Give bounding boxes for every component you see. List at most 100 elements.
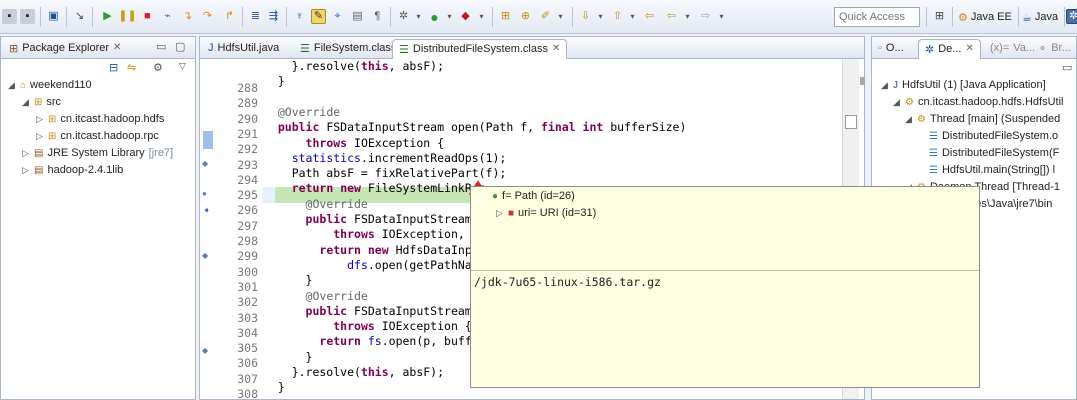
collapsed-arrow-icon[interactable]: ▷ (21, 148, 30, 159)
view-filters-icon[interactable]: ⚙ (153, 61, 163, 74)
next-annotation-icon[interactable]: ⇩ (578, 9, 593, 24)
pilcrow-icon[interactable]: ¶ (370, 9, 385, 24)
external-tools-icon[interactable]: ◆ (458, 9, 473, 24)
tree-item[interactable]: ◢ ⚙ cn.itcast.hadoop.hdfs.HdfsUtil (892, 94, 1063, 110)
code-line[interactable]: statistics.incrementReadOps(1); (264, 151, 507, 165)
debug-perspective-icon[interactable]: ✲ (1066, 9, 1077, 24)
code-line[interactable]: } (264, 273, 313, 287)
code-line[interactable]: dfs.open(getPathName (264, 258, 485, 272)
code-line[interactable]: throws IOException { (264, 136, 444, 150)
tree-item[interactable]: ☰ DistributedFileSystem.o (916, 128, 1058, 144)
disconnect-icon[interactable]: ⌁ (160, 9, 175, 24)
tab-outline[interactable]: ▫ O... (872, 39, 910, 59)
scrollbar-thumb[interactable] (845, 115, 857, 129)
code-line[interactable]: @Override (264, 105, 340, 119)
tree-item[interactable]: ◢ ⚙ Thread [main] (Suspended (904, 111, 1060, 127)
code-line[interactable]: } (264, 74, 285, 88)
expanded-arrow-icon[interactable]: ◢ (880, 80, 889, 91)
toggle-mark-occurrences-icon[interactable]: ✎ (311, 9, 326, 24)
open-type-icon[interactable]: ✐ (538, 9, 553, 24)
tree-item[interactable]: ▷ ▤ hadoop-2.4.1lib (21, 162, 123, 178)
close-icon[interactable]: ✕ (113, 42, 121, 53)
previous-annotation-icon[interactable]: ⇧ (610, 9, 625, 24)
chevron-down-icon[interactable]: ▾ (680, 9, 695, 24)
tab-hdfsutil-java[interactable]: J HdfsUtil.java (202, 39, 285, 59)
code-line[interactable]: return fs.open(p, buffer (264, 334, 485, 348)
chevron-down-icon[interactable]: ▾ (593, 9, 608, 24)
code-line[interactable]: return new FileSystemLinkRes (264, 181, 486, 195)
code-line[interactable]: }.resolve(this, absF); (264, 365, 444, 379)
debug-gear-icon[interactable]: ✲ (396, 9, 411, 24)
chevron-down-icon[interactable]: ▾ (714, 9, 729, 24)
quick-access-input[interactable] (834, 7, 920, 27)
minimize-icon[interactable]: ▭ (156, 40, 166, 53)
chevron-down-icon[interactable]: ▾ (442, 9, 457, 24)
code-line[interactable]: public FSDataInputStream n (264, 304, 486, 318)
breakpoint-icon[interactable]: ● (202, 189, 207, 198)
tab-debug[interactable]: ✲ De... ✕ (918, 39, 981, 59)
use-step-filters-icon[interactable]: ⇶ (266, 9, 281, 24)
show-whitespace-icon[interactable]: ⌖ (330, 9, 345, 24)
last-edit-location-icon[interactable]: ⇦ (642, 9, 657, 24)
close-icon[interactable]: ✕ (965, 43, 973, 54)
code-line[interactable]: return new HdfsDataInput (264, 243, 485, 257)
collapsed-arrow-icon[interactable]: ▷ (21, 165, 30, 176)
code-line[interactable]: public FSDataInputStream open(Path f, fi… (264, 120, 687, 134)
tree-item[interactable]: ◢ ⌂ weekend110 (7, 77, 92, 93)
tree-item[interactable]: ▷ ■ uri= URI (id=31) (495, 205, 596, 221)
code-line[interactable]: public FSDataInputStream d (264, 212, 486, 226)
open-perspective-icon[interactable]: ⊞ (932, 9, 947, 24)
debug-view-icon[interactable]: ▣ (46, 9, 61, 24)
save-icon[interactable]: ▪ (2, 9, 17, 24)
code-line[interactable]: @Override (264, 197, 368, 211)
tree-item[interactable]: ☰ HdfsUtil.main(String[]) l (916, 162, 1055, 178)
tree-item[interactable]: ▷ ⊞ cn.itcast.hadoop.hdfs (35, 111, 164, 127)
expanded-arrow-icon[interactable]: ◢ (21, 97, 30, 108)
tree-item[interactable]: ▷ ▤ JRE System Library [jre7] (21, 145, 173, 161)
expanded-arrow-icon[interactable]: ◢ (904, 114, 913, 125)
code-line[interactable]: } (264, 380, 285, 394)
collapsed-arrow-icon[interactable]: ▷ (35, 114, 44, 125)
save-all-icon[interactable]: ▪ (20, 9, 35, 24)
new-java-project-icon[interactable]: ♆ (292, 9, 307, 24)
code-line[interactable]: } (264, 350, 313, 364)
resume-icon[interactable]: ▶ (100, 9, 115, 24)
link-with-editor-icon[interactable]: ⇋ (127, 61, 136, 74)
new-package-icon[interactable]: ⊞ (498, 9, 513, 24)
forward-arrow-icon[interactable]: ⇨ (698, 9, 713, 24)
drop-to-frame-icon[interactable]: ≣ (248, 9, 263, 24)
back-arrow-icon[interactable]: ⇦ (664, 9, 679, 24)
close-icon[interactable]: ✕ (552, 43, 560, 54)
step-into-icon[interactable]: ↴ (180, 9, 195, 24)
code-line[interactable]: @Override (264, 289, 368, 303)
tab-package-explorer[interactable]: ⊞ Package Explorer ✕ (3, 39, 127, 59)
tree-item[interactable]: ● f= Path (id=26) (479, 188, 575, 204)
collapsed-arrow-icon[interactable]: ▷ (495, 208, 504, 219)
tab-breakpoints[interactable]: ⚬ Br... (1032, 39, 1077, 59)
chevron-down-icon[interactable]: ▾ (474, 9, 489, 24)
tree-item[interactable]: ▷ ⊞ cn.itcast.hadoop.rpc (35, 128, 159, 144)
expanded-arrow-icon[interactable]: ◢ (892, 97, 901, 108)
run-icon[interactable]: ● (427, 9, 442, 24)
step-return-icon[interactable]: ↱ (222, 9, 237, 24)
code-line[interactable]: throws IOException, Un (264, 227, 485, 241)
collapsed-arrow-icon[interactable]: ▷ (35, 131, 44, 142)
chevron-down-icon[interactable]: ▾ (411, 9, 426, 24)
tab-filesystem-class[interactable]: ☰ FileSystem.class (294, 39, 402, 59)
skip-breakpoints-icon[interactable]: ↘ (72, 9, 87, 24)
inspect-detail-text[interactable]: /jdk-7u65-linux-i586.tar.gz (474, 275, 661, 289)
tree-item[interactable]: ◢ J HdfsUtil (1) [Java Application] (880, 77, 1046, 93)
tree-item[interactable]: ☰ DistributedFileSystem(F (916, 145, 1059, 161)
tab-distributedfilesystem-class[interactable]: ☰ DistributedFileSystem.class ✕ (392, 39, 568, 59)
chevron-down-icon[interactable]: ▾ (553, 9, 568, 24)
chevron-down-icon[interactable]: ▾ (625, 9, 640, 24)
perspective-java-ee[interactable]: ⚙ Java EE (958, 9, 1012, 25)
variable-inspect-popup[interactable]: ● f= Path (id=26) ▷ ■ uri= URI (id=31) /jdk-… (470, 186, 980, 388)
tree-item[interactable]: ◢ ⊞ src (21, 94, 61, 110)
expanded-arrow-icon[interactable]: ◢ (7, 80, 16, 91)
new-class-icon[interactable]: ⊕ (518, 9, 533, 24)
perspective-java[interactable]: ☕ Java (1022, 9, 1058, 25)
code-line[interactable]: }.resolve(this, absF); (264, 59, 444, 73)
block-selection-icon[interactable]: ▤ (350, 9, 365, 24)
view-menu-icon[interactable]: ▽ (179, 61, 186, 72)
